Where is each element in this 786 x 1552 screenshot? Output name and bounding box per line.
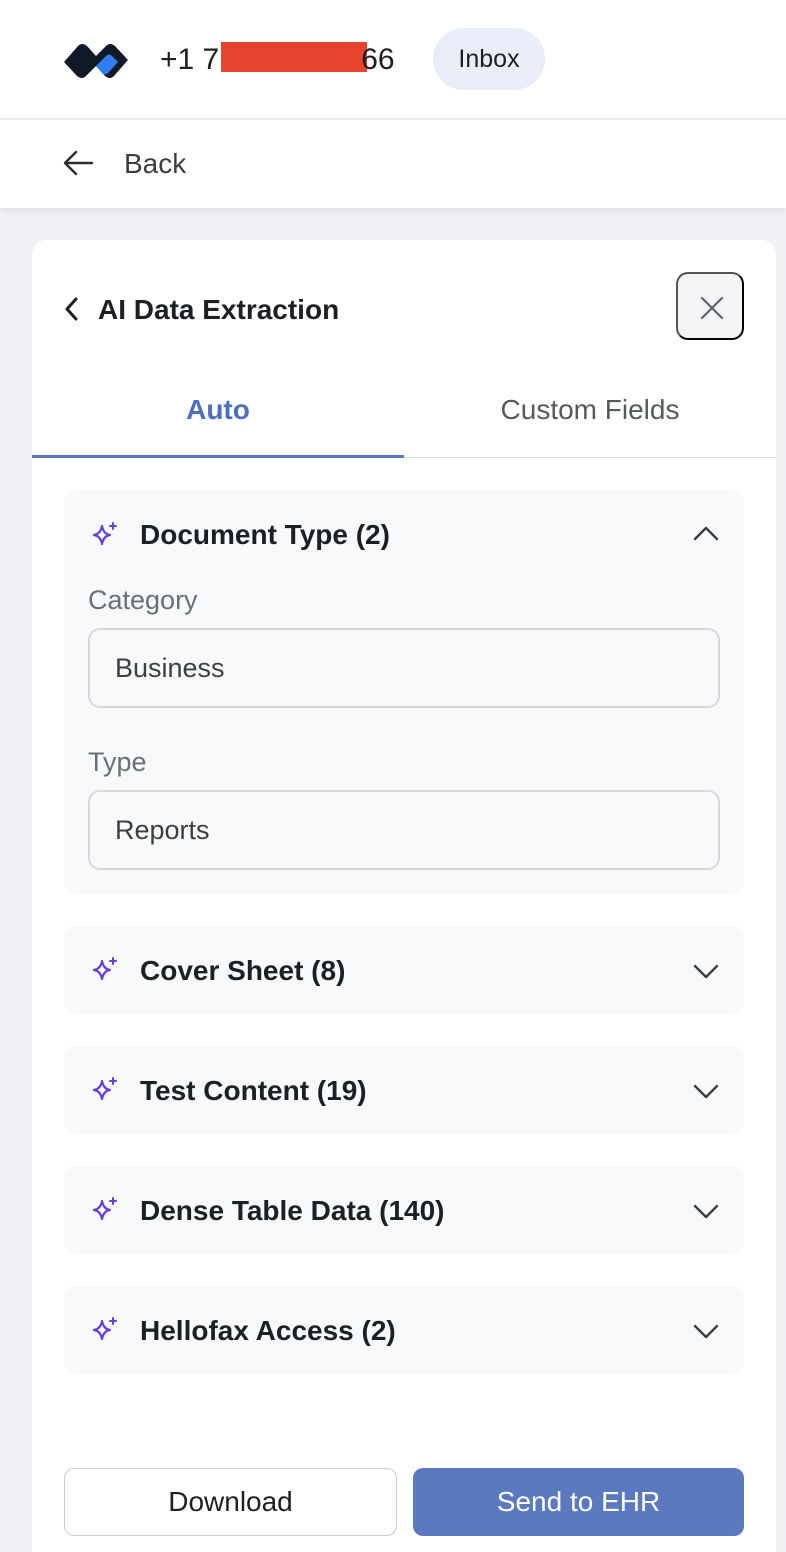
section-title: Dense Table Data (140)	[140, 1195, 445, 1226]
back-arrow-icon[interactable]	[62, 149, 94, 177]
back-link[interactable]: Back	[124, 146, 186, 182]
chevron-down-icon[interactable]	[692, 1323, 720, 1341]
section-title: Test Content (19)	[140, 1075, 367, 1106]
phone-suffix: 66	[361, 43, 395, 76]
logo-icon	[64, 44, 128, 78]
category-label: Category	[88, 585, 198, 615]
type-label: Type	[88, 747, 147, 777]
close-icon	[701, 297, 723, 319]
phone-prefix: +1 7	[160, 43, 220, 76]
sparkle-icon	[92, 957, 117, 981]
section-hellofax-access[interactable]: Hellofax Access (2)	[64, 1286, 744, 1374]
tab-custom-fields[interactable]: Custom Fields	[404, 388, 776, 458]
panel-title: AI Data Extraction	[98, 294, 340, 325]
chevron-down-icon[interactable]	[692, 1203, 720, 1221]
inbox-badge[interactable]: Inbox	[433, 28, 545, 90]
chevron-down-icon[interactable]	[692, 963, 720, 981]
tab-auto[interactable]: Auto	[32, 388, 404, 458]
redaction-bar	[221, 42, 368, 72]
section-title[interactable]: Document Type (2)	[140, 517, 390, 553]
send-to-ehr-button[interactable]: Send to EHR	[413, 1468, 744, 1536]
chevron-up-icon[interactable]	[692, 524, 720, 542]
chevron-down-icon[interactable]	[692, 1083, 720, 1101]
section-title: Hellofax Access (2)	[140, 1315, 396, 1346]
section-test-content[interactable]: Test Content (19)	[64, 1046, 744, 1134]
close-button[interactable]	[676, 272, 744, 340]
category-field[interactable]	[88, 628, 720, 708]
chevron-left-icon[interactable]	[62, 295, 82, 323]
sparkle-icon	[92, 1317, 117, 1341]
phone-number: +1 7 66	[160, 40, 395, 80]
section-title: Cover Sheet (8)	[140, 955, 346, 986]
section-dense-table-data[interactable]: Dense Table Data (140)	[64, 1166, 744, 1254]
type-field[interactable]	[88, 790, 720, 870]
sparkle-icon	[92, 522, 117, 546]
section-cover-sheet[interactable]: Cover Sheet (8)	[64, 926, 744, 1014]
download-button[interactable]: Download	[64, 1468, 397, 1536]
back-bar	[0, 120, 786, 208]
sparkle-icon	[92, 1197, 117, 1221]
sparkle-icon	[92, 1077, 117, 1101]
